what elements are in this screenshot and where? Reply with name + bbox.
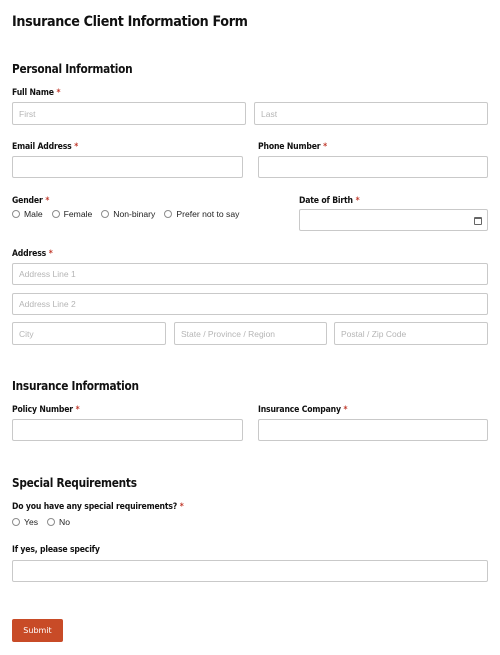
special-option-no[interactable]: No — [47, 517, 70, 527]
required-marker: * — [179, 502, 184, 512]
gender-option-female[interactable]: Female — [51, 209, 93, 219]
full-name-label-text: Full Name — [12, 88, 54, 98]
radio-circle-icon[interactable] — [51, 210, 60, 218]
required-marker: * — [343, 405, 348, 415]
zip-input[interactable] — [334, 322, 488, 345]
specify-input[interactable] — [12, 560, 488, 582]
policy-number-label-text: Policy Number — [12, 405, 73, 415]
state-input[interactable] — [174, 322, 327, 345]
insurance-company-label: Insurance Company * — [258, 405, 348, 415]
radio-circle-icon[interactable] — [101, 210, 110, 218]
insurance-company-label-text: Insurance Company — [258, 405, 341, 415]
required-marker: * — [323, 142, 327, 152]
insurance-company-input[interactable] — [258, 419, 488, 441]
address-label: Address * — [12, 249, 53, 259]
required-marker: * — [74, 142, 79, 152]
required-marker: * — [56, 88, 61, 98]
radio-circle-icon[interactable] — [164, 210, 173, 218]
gender-label: Gender * — [12, 196, 49, 206]
submit-button[interactable]: Submit — [12, 619, 63, 642]
gender-option-non-binary[interactable]: Non-binary — [101, 209, 155, 219]
gender-option-label: Male — [24, 209, 43, 219]
required-marker: * — [75, 405, 80, 415]
policy-number-label: Policy Number * — [12, 405, 80, 415]
gender-option-prefer-not-to-say[interactable]: Prefer not to say — [164, 209, 239, 219]
special-requirements-radio-group: Yes No — [12, 517, 79, 527]
gender-option-male[interactable]: Male — [12, 209, 43, 219]
address-label-text: Address — [12, 249, 47, 259]
required-marker: * — [355, 196, 360, 206]
specify-label: If yes, please specify — [12, 545, 100, 555]
phone-label-text: Phone Number — [258, 142, 321, 152]
section-heading-personal: Personal Information — [12, 62, 133, 76]
email-input[interactable] — [12, 156, 243, 178]
dob-label: Date of Birth * — [299, 196, 360, 206]
email-label-text: Email Address — [12, 142, 72, 152]
special-option-label: No — [59, 517, 71, 527]
gender-option-label: Female — [63, 209, 93, 219]
phone-label: Phone Number * — [258, 142, 327, 152]
gender-label-text: Gender — [12, 196, 43, 206]
form-title: Insurance Client Information Form — [12, 14, 248, 30]
first-name-input[interactable] — [12, 102, 246, 125]
address-line2-input[interactable] — [12, 293, 488, 315]
calendar-icon[interactable] — [474, 217, 482, 225]
last-name-input[interactable] — [254, 102, 488, 125]
required-marker: * — [45, 196, 50, 206]
special-requirements-label: Do you have any special requirements? * — [12, 502, 184, 512]
special-requirements-label-text: Do you have any special requirements? — [12, 502, 178, 512]
required-marker: * — [48, 249, 53, 259]
radio-circle-icon[interactable] — [47, 518, 56, 526]
radio-circle-icon[interactable] — [12, 518, 20, 526]
gender-radio-group: Male Female Non-binary Prefer not to say — [12, 209, 248, 219]
special-option-yes[interactable]: Yes — [12, 517, 38, 527]
full-name-label: Full Name * — [12, 88, 61, 98]
gender-option-label: Prefer not to say — [176, 209, 240, 219]
radio-circle-icon[interactable] — [12, 210, 20, 218]
dob-input[interactable] — [299, 209, 488, 231]
section-heading-insurance: Insurance Information — [12, 379, 139, 393]
gender-option-label: Non-binary — [113, 209, 156, 219]
special-option-label: Yes — [24, 517, 39, 527]
address-line1-input[interactable] — [12, 263, 488, 285]
section-heading-special: Special Requirements — [12, 476, 137, 490]
email-label: Email Address * — [12, 142, 78, 152]
city-input[interactable] — [12, 322, 166, 345]
policy-number-input[interactable] — [12, 419, 243, 441]
dob-label-text: Date of Birth — [299, 196, 353, 206]
phone-input[interactable] — [258, 156, 488, 178]
